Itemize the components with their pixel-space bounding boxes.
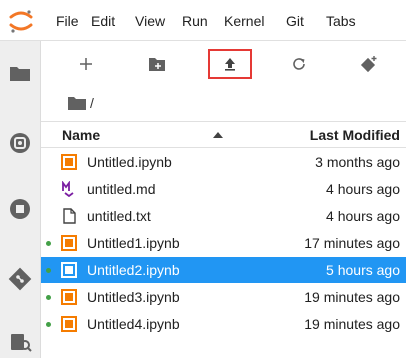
file-row[interactable]: Untitled4.ipynb 19 minutes ago xyxy=(41,311,406,337)
upload-files-button[interactable] xyxy=(208,49,252,79)
notebook-icon xyxy=(61,289,77,305)
menu-bar: File Edit View Run Kernel Git Tabs xyxy=(0,0,406,41)
menu-view[interactable]: View xyxy=(135,13,165,29)
stop-circle-icon[interactable] xyxy=(8,197,32,221)
file-name: Untitled4.ipynb xyxy=(87,316,180,332)
menu-tabs[interactable]: Tabs xyxy=(326,13,356,29)
folder-icon[interactable] xyxy=(8,61,32,85)
breadcrumb: / xyxy=(68,93,94,113)
refresh-icon xyxy=(293,58,305,70)
menu-edit[interactable]: Edit xyxy=(91,13,115,29)
running-indicator xyxy=(46,268,51,273)
last-modified-column-header[interactable]: Last Modified xyxy=(310,127,400,143)
text-file-icon xyxy=(63,208,76,224)
git-clone-icon xyxy=(360,56,377,73)
file-modified: 5 hours ago xyxy=(326,262,400,278)
file-modified: 3 months ago xyxy=(315,154,400,170)
markdown-icon xyxy=(62,181,74,197)
file-row[interactable]: untitled.md 4 hours ago xyxy=(41,176,406,202)
file-browser: / Name Last Modified Untitled.ipynb 3 mon… xyxy=(41,41,406,358)
file-name: Untitled2.ipynb xyxy=(87,262,180,278)
menu-git[interactable]: Git xyxy=(286,13,304,29)
file-row[interactable]: Untitled3.ipynb 19 minutes ago xyxy=(41,284,406,310)
new-folder-icon xyxy=(149,58,165,71)
menu-file[interactable]: File xyxy=(56,13,79,29)
sort-ascending-icon[interactable] xyxy=(213,132,223,138)
running-indicator xyxy=(46,241,51,246)
notebook-icon xyxy=(61,262,77,278)
running-kernels-icon[interactable] xyxy=(8,131,32,155)
name-column-header[interactable]: Name xyxy=(62,127,100,143)
file-modified: 19 minutes ago xyxy=(304,289,400,305)
property-inspector-icon[interactable] xyxy=(8,330,32,354)
notebook-icon xyxy=(61,316,77,332)
file-modified: 4 hours ago xyxy=(326,208,400,224)
menu-kernel[interactable]: Kernel xyxy=(224,13,264,29)
breadcrumb-separator: / xyxy=(90,95,94,111)
activity-bar xyxy=(0,41,41,358)
running-indicator xyxy=(46,295,51,300)
upload-icon xyxy=(225,58,235,71)
file-name: Untitled3.ipynb xyxy=(87,289,180,305)
file-modified: 4 hours ago xyxy=(326,181,400,197)
menu-run[interactable]: Run xyxy=(182,13,208,29)
listing-header: Name Last Modified xyxy=(41,121,406,148)
file-row[interactable]: Untitled1.ipynb 17 minutes ago xyxy=(41,230,406,256)
notebook-icon xyxy=(61,235,77,251)
refresh-button[interactable] xyxy=(277,49,321,79)
file-name: Untitled.ipynb xyxy=(87,154,172,170)
file-modified: 17 minutes ago xyxy=(304,235,400,251)
new-folder-button[interactable] xyxy=(135,49,179,79)
git-clone-button[interactable] xyxy=(347,49,391,79)
file-name: untitled.md xyxy=(87,181,156,197)
plus-icon xyxy=(80,58,92,70)
file-row[interactable]: Untitled.ipynb 3 months ago xyxy=(41,149,406,175)
home-folder-icon[interactable] xyxy=(68,96,86,110)
git-icon[interactable] xyxy=(8,267,32,291)
file-name: Untitled1.ipynb xyxy=(87,235,180,251)
file-modified: 19 minutes ago xyxy=(304,316,400,332)
file-row[interactable]: untitled.txt 4 hours ago xyxy=(41,203,406,229)
notebook-icon xyxy=(61,154,77,170)
running-indicator xyxy=(46,322,51,327)
file-name: untitled.txt xyxy=(87,208,151,224)
file-row[interactable]: Untitled2.ipynb 5 hours ago xyxy=(41,257,406,283)
new-launcher-button[interactable] xyxy=(64,49,108,79)
jupyter-logo-icon xyxy=(9,10,33,33)
